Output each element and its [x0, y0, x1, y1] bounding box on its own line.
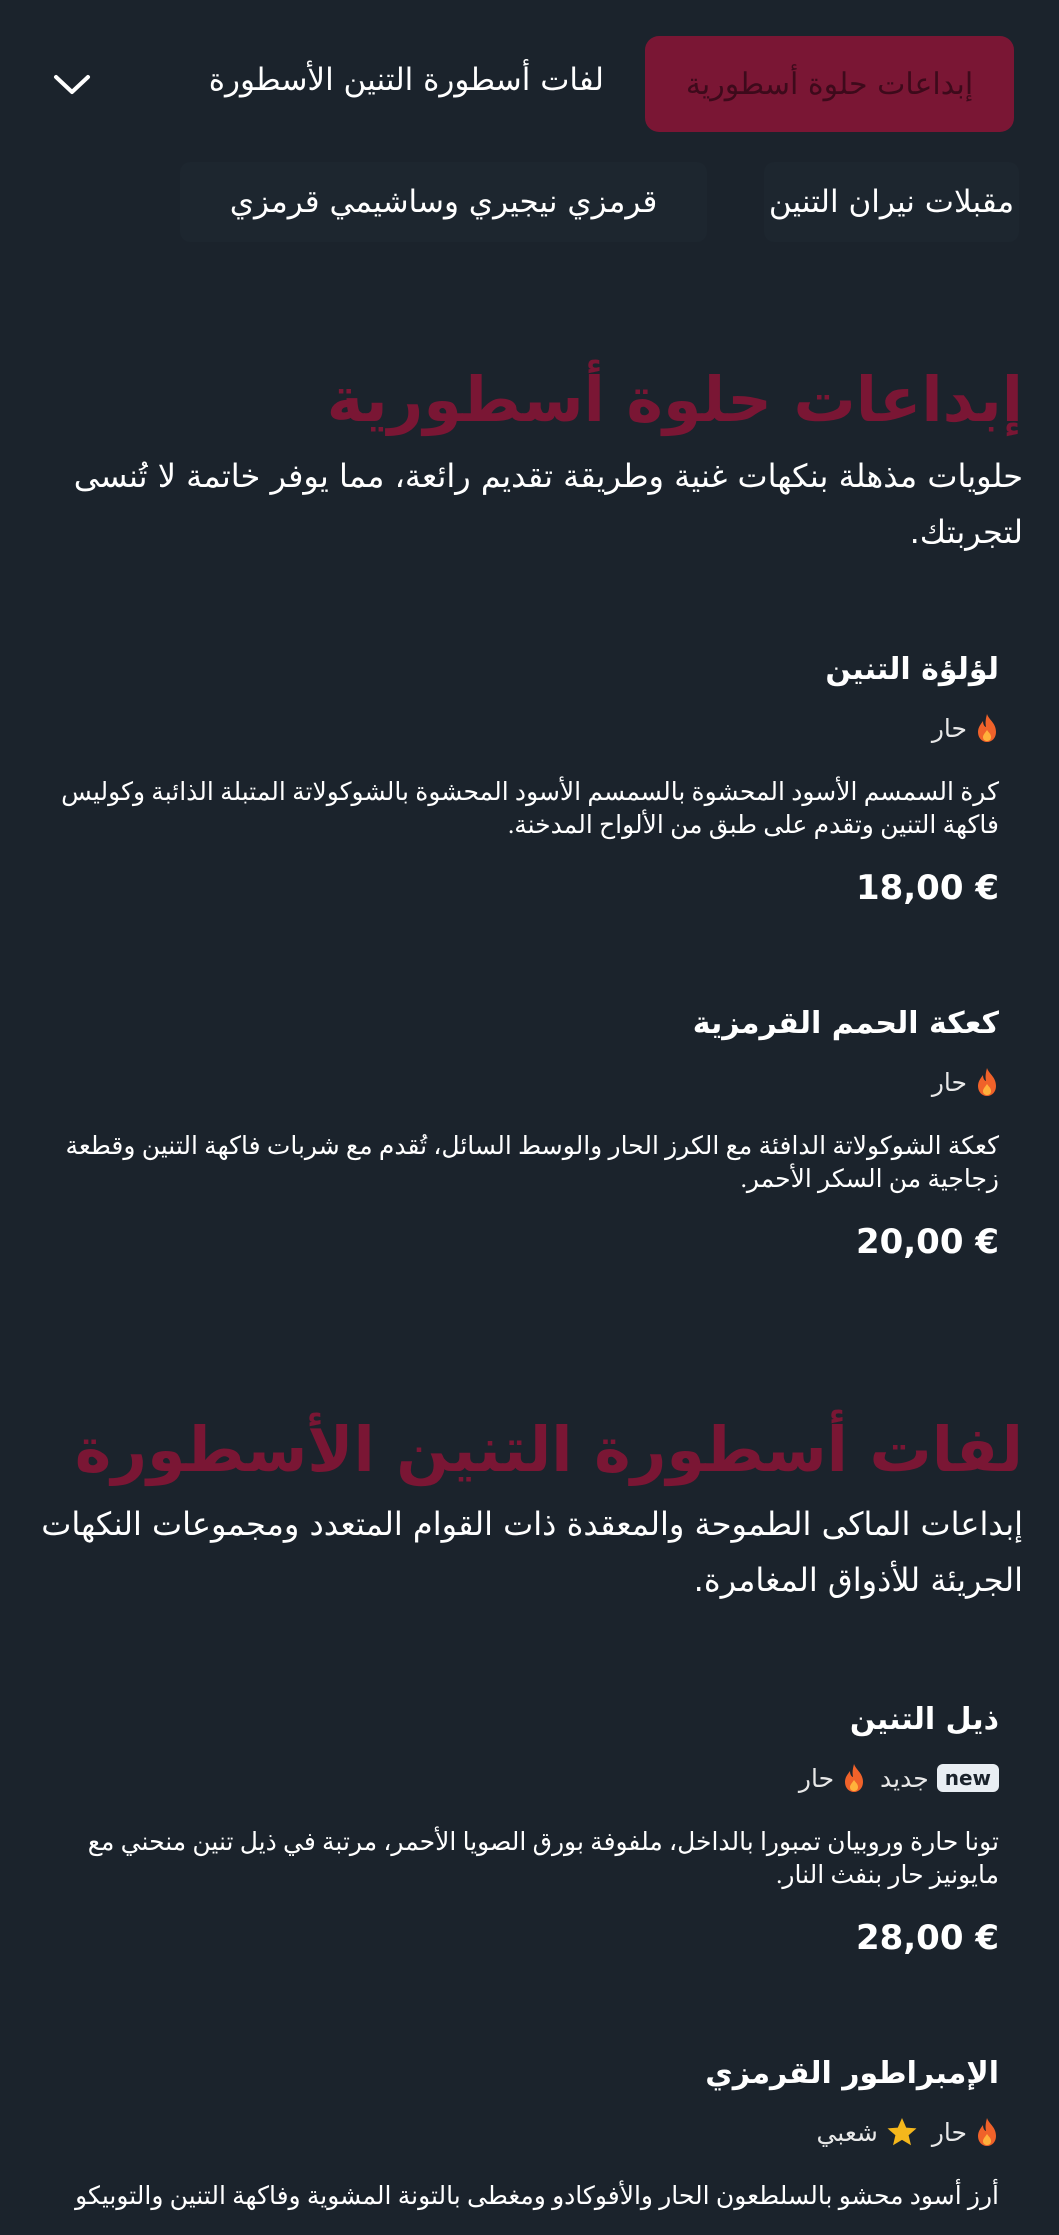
- tag-label: حار: [931, 1067, 967, 1097]
- tab-crimson-nigiri-sashimi[interactable]: قرمزي نيجيري وساشيمي قرمزي: [180, 162, 707, 242]
- tag-label: حار: [798, 1763, 835, 1793]
- flame-icon: [845, 1764, 864, 1792]
- section-title: إبداعات حلوة أسطورية: [326, 363, 1023, 436]
- item-tags: حار: [39, 1064, 999, 1100]
- tag-spicy: حار: [932, 1067, 999, 1097]
- tag-new: new جديد: [880, 1764, 999, 1793]
- category-nav: إبداعات حلوة أسطورية لفات أسطورة التنين …: [0, 0, 1059, 260]
- item-name: الإمبراطور القرمزي: [705, 2056, 999, 2091]
- menu-item[interactable]: كعكة الحمم القرمزية حار كعكة الشوكولاتة …: [39, 1004, 999, 1262]
- item-tags: حار: [39, 710, 999, 746]
- flame-icon: [978, 1068, 996, 1096]
- new-badge: new: [936, 1764, 999, 1792]
- menu-item[interactable]: ذيل التنين new جديد حار تونا حارة وروبيا…: [39, 1700, 999, 1958]
- tag-spicy: حار: [799, 1763, 866, 1793]
- item-tags: new جديد حار: [39, 1760, 999, 1796]
- tab-sweet-creations[interactable]: إبداعات حلوة أسطورية: [645, 36, 1014, 132]
- section-title: لفات أسطورة التنين الأسطورة: [74, 1413, 1023, 1486]
- tab-dragon-rolls[interactable]: لفات أسطورة التنين الأسطورة: [209, 62, 604, 98]
- item-description: كعكة الشوكولاتة الدافئة مع الكرز الحار و…: [65, 1133, 999, 1193]
- tag-label: حار: [931, 2117, 967, 2147]
- flame-icon: [978, 714, 996, 742]
- tag-spicy: حار: [932, 2117, 999, 2147]
- item-price: 18,00 €: [855, 868, 999, 908]
- tag-spicy: حار: [932, 713, 999, 743]
- item-price: 28,00 €: [855, 1918, 999, 1958]
- section-sweet-creations: إبداعات حلوة أسطورية حلويات مذهلة بنكهات…: [33, 360, 1023, 560]
- item-description: تونا حارة وروبيان تمبورا بالداخل، ملفوفة…: [87, 1829, 999, 1889]
- item-name: ذيل التنين: [849, 1702, 999, 1737]
- section-description: حلويات مذهلة بنكهات غنية وطريقة تقديم را…: [73, 457, 1023, 551]
- item-price: 20,00 €: [855, 1222, 999, 1262]
- item-description: كرة السمسم الأسود المحشوة بالسمسم الأسود…: [61, 779, 999, 839]
- tag-label: حار: [931, 713, 967, 743]
- tag-label: شعبي: [816, 2117, 878, 2147]
- item-description: أرز أسود محشو بالسلطعون الحار والأفوكادو…: [75, 2183, 999, 2210]
- item-name: لؤلؤة التنين: [825, 652, 999, 687]
- tag-popular: شعبي: [816, 2116, 917, 2148]
- item-name: كعكة الحمم القرمزية: [692, 1006, 999, 1041]
- section-description: إبداعات الماكى الطموحة والمعقدة ذات القو…: [41, 1505, 1023, 1599]
- menu-item[interactable]: الإمبراطور القرمزي حار شعبي أرز أسود محش…: [39, 2054, 999, 2213]
- section-dragon-rolls: لفات أسطورة التنين الأسطورة إبداعات الما…: [33, 1410, 1023, 1608]
- item-tags: حار شعبي: [39, 2114, 999, 2150]
- menu-item[interactable]: لؤلؤة التنين حار كرة السمسم الأسود المحش…: [39, 650, 999, 908]
- tag-label: جديد: [880, 1763, 929, 1793]
- chevron-down-icon[interactable]: [50, 62, 94, 106]
- flame-icon: [978, 2118, 996, 2146]
- star-icon: [887, 2118, 917, 2146]
- tab-dragon-fire-appetizers[interactable]: مقبلات نيران التنين: [764, 162, 1019, 242]
